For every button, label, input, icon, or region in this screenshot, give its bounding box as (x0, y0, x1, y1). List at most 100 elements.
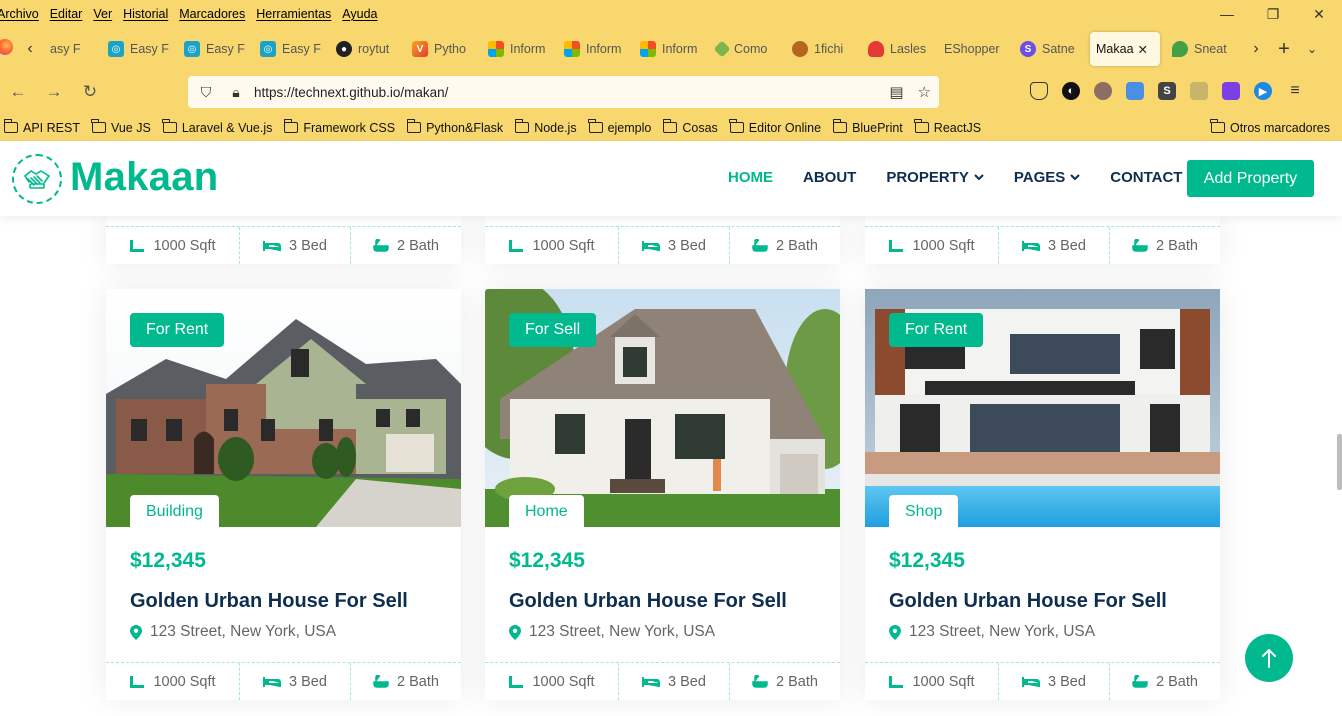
bookmark-folder[interactable]: Vue JS (91, 119, 151, 135)
property-features: 1000 Sqft 3 Bed 2 Bath (106, 226, 461, 264)
extension-icon[interactable] (1126, 82, 1144, 100)
bookmark-folder[interactable]: Cosas (662, 119, 718, 135)
scrollbar-thumb[interactable] (1337, 434, 1342, 490)
property-card[interactable]: For Sell Home $12,345 Golden Urban House… (485, 289, 840, 700)
bookmark-star-icon[interactable]: ☆ (918, 83, 931, 101)
bookmark-folder[interactable]: Laravel & Vue.js (162, 119, 272, 135)
restore-icon[interactable]: ❐ (1250, 6, 1296, 23)
other-bookmarks[interactable]: Otros marcadores (1210, 119, 1330, 135)
tab-list-chevron-icon[interactable]: ⌄ (1298, 42, 1326, 56)
firefox-icon (0, 38, 16, 60)
browser-tab[interactable]: 1fichi (786, 32, 862, 66)
extension-icon[interactable] (1190, 82, 1208, 100)
property-features: 1000 Sqft 3 Bed 2 Bath (485, 226, 840, 264)
menu-archivo[interactable]: Archivo (0, 7, 39, 21)
feature-bath: 2 Bath (729, 663, 840, 700)
browser-tab[interactable]: Inform (558, 32, 634, 66)
extension-icon[interactable]: ▶ (1254, 82, 1272, 100)
property-price: $12,345 (130, 549, 206, 572)
back-icon[interactable]: ← (0, 82, 36, 102)
property-type-badge: Home (509, 495, 584, 527)
bath-icon (1132, 675, 1148, 688)
menu-ver[interactable]: Ver (93, 7, 112, 21)
nav-property[interactable]: PROPERTY (886, 169, 984, 186)
nav-home[interactable]: HOME (728, 169, 773, 186)
browser-tab[interactable]: Sneat (1166, 32, 1242, 66)
extension-icon[interactable]: S (1158, 82, 1176, 100)
tab-label: Easy F (130, 42, 169, 56)
bookmark-label: Otros marcadores (1229, 120, 1330, 135)
nav-contact[interactable]: CONTACT (1110, 169, 1182, 186)
property-card[interactable]: For Rent Building $12,345 Golden Urban H… (106, 289, 461, 700)
browser-tab[interactable]: asy F (44, 32, 102, 66)
menu-historial[interactable]: Historial (123, 7, 168, 21)
property-title[interactable]: Golden Urban House For Sell (130, 590, 437, 613)
property-listings: 1000 Sqft 3 Bed 2 Bath 1000 Sqft 3 Bed 2… (0, 216, 1342, 716)
property-card-partial[interactable]: 1000 Sqft 3 Bed 2 Bath (106, 216, 461, 264)
bookmark-folder[interactable]: ejemplo (588, 119, 651, 135)
main-navigation: HOME ABOUT PROPERTY PAGES CONTACT (728, 169, 1212, 186)
feature-label: 2 Bath (397, 673, 439, 690)
tab-label: Sneat (1194, 42, 1227, 56)
reader-view-icon[interactable]: ▤ (889, 83, 903, 101)
property-card-partial[interactable]: 1000 Sqft 3 Bed 2 Bath (485, 216, 840, 264)
browser-tab[interactable]: Lasles (862, 32, 938, 66)
browser-tab[interactable]: EShopper (938, 32, 1014, 66)
nav-pages[interactable]: PAGES (1014, 169, 1080, 186)
browser-tab[interactable]: ◎ Easy F (178, 32, 254, 66)
property-card[interactable]: For Rent Shop $12,345 Golden Urban House… (865, 289, 1220, 700)
bookmark-folder[interactable]: Framework CSS (283, 119, 396, 135)
close-tab-icon[interactable]: ✕ (1138, 42, 1148, 57)
avatar[interactable] (1094, 82, 1112, 100)
forward-icon[interactable]: → (36, 82, 72, 102)
property-features: 1000 Sqft 3 Bed 2 Bath (106, 662, 461, 700)
browser-tab[interactable]: ◎ Easy F (102, 32, 178, 66)
minimize-icon[interactable]: — (1204, 6, 1250, 22)
nav-about[interactable]: ABOUT (803, 169, 856, 186)
menu-ayuda[interactable]: Ayuda (342, 7, 377, 21)
property-photo[interactable]: For Sell Home (485, 289, 840, 527)
url-bar[interactable]: ⛉ 🔒︎ https://technext.github.io/makan/ ▤… (188, 76, 939, 108)
bookmark-folder[interactable]: BluePrint (832, 119, 903, 135)
browser-tab[interactable]: Inform (634, 32, 710, 66)
hamburger-menu-icon[interactable]: ≡ (1286, 82, 1304, 100)
bookmark-folder[interactable]: API REST (3, 119, 80, 135)
feature-bath: 2 Bath (1109, 663, 1220, 700)
tab-scroll-right-icon[interactable]: › (1242, 40, 1270, 58)
property-photo[interactable]: For Rent Shop (865, 289, 1220, 527)
browser-tab[interactable]: S Satne (1014, 32, 1090, 66)
property-title[interactable]: Golden Urban House For Sell (889, 590, 1196, 613)
browser-tab[interactable]: Como (710, 32, 786, 66)
bookmark-folder[interactable]: ReactJS (914, 119, 981, 135)
extension-icon[interactable] (1222, 82, 1240, 100)
brand-name[interactable]: Makaan (70, 155, 219, 200)
bookmark-label: Framework CSS (303, 120, 396, 135)
property-title[interactable]: Golden Urban House For Sell (509, 590, 816, 613)
tab-scroll-left-icon[interactable]: ‹ (16, 40, 44, 58)
shield-icon[interactable]: ⛉ (194, 84, 218, 101)
new-tab-icon[interactable]: + (1270, 38, 1298, 61)
lock-icon[interactable]: 🔒︎ (224, 84, 248, 101)
bookmark-folder[interactable]: Node.js (514, 119, 577, 135)
reload-icon[interactable]: ↻ (72, 82, 108, 102)
browser-tab-active[interactable]: Makaa ✕ (1090, 32, 1160, 66)
browser-tab[interactable]: ◎ Easy F (254, 32, 330, 66)
browser-tab[interactable]: V Pytho (406, 32, 482, 66)
browser-tab[interactable]: ● roytut (330, 32, 406, 66)
property-card-partial[interactable]: 1000 Sqft 3 Bed 2 Bath (865, 216, 1220, 264)
bookmark-folder[interactable]: Editor Online (729, 119, 821, 135)
menu-marcadores[interactable]: Marcadores (179, 7, 245, 21)
close-window-icon[interactable]: ✕ (1296, 6, 1342, 23)
back-to-top-button[interactable] (1245, 634, 1293, 682)
menu-herramientas[interactable]: Herramientas (256, 7, 331, 21)
bookmark-folder[interactable]: Python&Flask (406, 119, 503, 135)
pocket-icon[interactable] (1030, 82, 1048, 100)
dark-mode-icon[interactable]: ◐ (1062, 82, 1080, 100)
add-property-button[interactable]: Add Property (1187, 160, 1314, 197)
logo-icon[interactable] (12, 154, 62, 204)
property-photo[interactable]: For Rent Building (106, 289, 461, 527)
property-price: $12,345 (889, 549, 965, 572)
browser-tab[interactable]: Inform (482, 32, 558, 66)
url-text[interactable]: https://technext.github.io/makan/ (254, 85, 448, 100)
menu-editar[interactable]: Editar (50, 7, 83, 21)
